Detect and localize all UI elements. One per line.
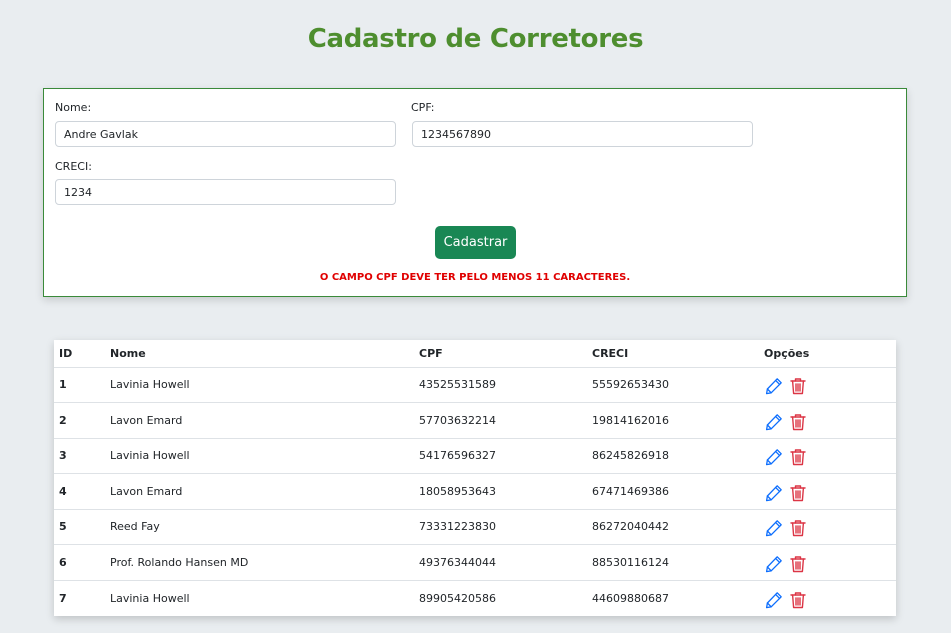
nome-label: Nome: [55,101,92,114]
cell-opcoes [759,367,896,403]
cell-nome: Lavon Emard [105,402,414,439]
trash-icon[interactable] [788,447,808,467]
cell-cpf: 18058953643 [414,473,587,510]
cpf-input[interactable] [412,121,753,147]
cell-nome: Lavon Emard [105,473,414,510]
cell-opcoes [759,544,896,581]
cell-cpf: 49376344044 [414,544,587,581]
creci-label: CRECI: [55,160,92,173]
cell-id: 7 [59,591,67,605]
cell-id: 3 [54,438,105,474]
cell-nome: Lavinia Howell [105,367,414,403]
table-row: 7 Lavinia Howell 89905420586 44609880687 [54,580,896,616]
trash-icon[interactable] [788,376,808,396]
table-row: 5 Reed Fay 73331223830 86272040442 [54,509,896,545]
cell-creci: 19814162016 [587,402,759,439]
nome-input[interactable] [55,121,396,147]
cell-id: 4 [54,473,105,510]
cell-opcoes [759,580,896,616]
cell-id: 5 [54,509,105,545]
cell-creci: 86245826918 [587,438,759,474]
cell-nome: Lavinia Howell [110,591,190,605]
cell-creci: 88530116124 [587,544,759,581]
table-row: 2 Lavon Emard 57703632214 19814162016 [54,402,896,439]
trash-icon[interactable] [788,554,808,574]
corretores-table-card: ID Nome CPF CRECI Opções 1 Lavinia Howel… [54,340,896,616]
cell-creci: 44609880687 [592,591,669,605]
table-row: 4 Lavon Emard 18058953643 67471469386 [54,473,896,510]
pencil-icon[interactable] [764,518,784,538]
cell-id: 1 [54,367,105,403]
pencil-icon[interactable] [764,447,784,467]
cell-creci: 67471469386 [587,473,759,510]
header-creci: CRECI [587,340,759,368]
cadastrar-button[interactable]: Cadastrar [435,226,516,259]
header-nome: Nome [105,340,414,368]
corretor-form: Nome: CPF: CRECI: Cadastrar O campo CPF … [43,88,907,297]
creci-input[interactable] [55,179,396,205]
table-body: 1 Lavinia Howell 43525531589 55592653430 [54,367,896,616]
cell-cpf: 43525531589 [414,367,587,403]
cpf-label: CPF: [411,101,435,114]
cell-creci: 86272040442 [587,509,759,545]
cell-cpf: 57703632214 [414,402,587,439]
cell-opcoes [759,509,896,545]
trash-icon[interactable] [788,590,808,610]
cell-opcoes [759,402,896,439]
cell-nome: Prof. Rolando Hansen MD [105,544,414,581]
header-id: ID [54,340,105,368]
cell-nome: Lavinia Howell [105,438,414,474]
pencil-icon[interactable] [764,554,784,574]
pencil-icon[interactable] [764,412,784,432]
pencil-icon[interactable] [764,590,784,610]
cell-id: 2 [54,402,105,439]
table-row: 6 Prof. Rolando Hansen MD 49376344044 88… [54,544,896,581]
cell-cpf: 73331223830 [414,509,587,545]
cell-opcoes [759,438,896,474]
table-row: 1 Lavinia Howell 43525531589 55592653430 [54,367,896,403]
cell-cpf: 89905420586 [419,591,496,605]
corretores-table: ID Nome CPF CRECI Opções 1 Lavinia Howel… [54,340,896,616]
table-header-row: ID Nome CPF CRECI Opções [54,340,896,368]
trash-icon[interactable] [788,412,808,432]
header-opcoes: Opções [759,340,896,368]
table-row: 3 Lavinia Howell 54176596327 86245826918 [54,438,896,474]
trash-icon[interactable] [788,483,808,503]
error-message: O campo CPF deve ter pelo menos 11 carac… [319,272,631,283]
cell-cpf: 54176596327 [414,438,587,474]
pencil-icon[interactable] [764,483,784,503]
pencil-icon[interactable] [764,376,784,396]
cell-opcoes [759,473,896,510]
trash-icon[interactable] [788,518,808,538]
page-title: Cadastro de Corretores [307,24,644,54]
header-cpf: CPF [414,340,587,368]
cell-nome: Reed Fay [105,509,414,545]
cell-id: 6 [54,544,105,581]
cell-creci: 55592653430 [587,367,759,403]
